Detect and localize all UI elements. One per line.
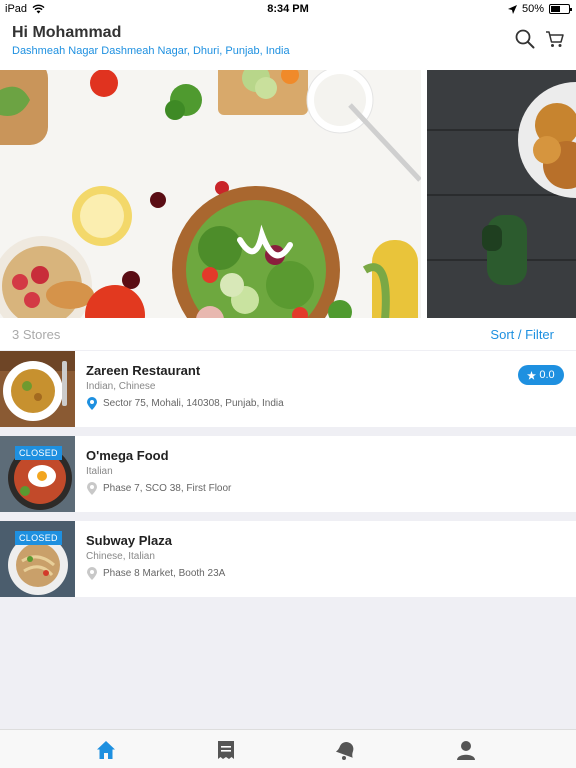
- header: Hi Mohammad Dashmeah Nagar Dashmeah Naga…: [0, 18, 576, 70]
- orders-icon: [218, 741, 234, 759]
- location-arrow-icon: [507, 4, 517, 14]
- rating-value: 0.0: [539, 369, 555, 381]
- store-name: Subway Plaza: [86, 533, 172, 548]
- store-row-zareen-restaurant[interactable]: Zareen Restaurant Indian, Chinese Sector…: [0, 351, 576, 427]
- search-icon: [515, 29, 535, 49]
- chicken-photo: [427, 70, 576, 318]
- store-cuisine: Chinese, Italian: [86, 551, 155, 562]
- closed-badge: CLOSED: [15, 531, 62, 545]
- profile-icon: [457, 741, 475, 760]
- rating-badge: 0.0: [518, 365, 564, 385]
- battery-fill: [551, 6, 560, 12]
- stores-bar: 3 Stores Sort / Filter: [0, 318, 576, 350]
- store-thumbnail: CLOSED: [0, 521, 75, 597]
- store-cuisine: Italian: [86, 466, 113, 477]
- tab-home[interactable]: [96, 740, 116, 760]
- closed-badge: CLOSED: [15, 446, 62, 460]
- cart-button[interactable]: [544, 28, 566, 50]
- store-name: O'mega Food: [86, 448, 169, 463]
- cart-icon: [546, 31, 564, 47]
- tab-bar: [0, 729, 576, 768]
- tab-orders[interactable]: [216, 740, 236, 760]
- battery-icon: [549, 4, 572, 14]
- store-address: Sector 75, Mohali, 140308, Punjab, India: [103, 398, 284, 409]
- store-address: Phase 8 Market, Booth 23A: [103, 568, 226, 579]
- store-name: Zareen Restaurant: [86, 363, 201, 378]
- promo-banner-carousel[interactable]: [0, 70, 576, 318]
- banner-slide-chicken[interactable]: [427, 70, 576, 318]
- tab-profile[interactable]: [456, 740, 476, 760]
- status-right: 50%: [507, 3, 572, 15]
- salad-photo: [0, 70, 421, 318]
- search-button[interactable]: [514, 28, 536, 50]
- tab-notifications[interactable]: [335, 740, 356, 760]
- banner-slide-salad[interactable]: [0, 70, 421, 318]
- store-thumbnail: CLOSED: [0, 436, 75, 512]
- store-thumbnail: [0, 351, 75, 427]
- store-row-omega-food[interactable]: CLOSED O'mega Food Italian Phase 7, SCO …: [0, 436, 576, 512]
- curry-photo: [0, 351, 75, 427]
- location-pin-icon: [87, 397, 97, 410]
- location-pin-icon: [87, 482, 97, 495]
- status-bar: iPad 8:34 PM 50%: [0, 0, 576, 18]
- stores-count: 3 Stores: [12, 327, 61, 342]
- home-icon: [97, 741, 115, 759]
- greeting: Hi Mohammad: [12, 24, 122, 41]
- delivery-location[interactable]: Dashmeah Nagar Dashmeah Nagar, Dhuri, Pu…: [12, 45, 290, 57]
- sort-filter-button[interactable]: Sort / Filter: [490, 327, 554, 342]
- battery-percent: 50%: [521, 3, 544, 15]
- status-time: 8:34 PM: [267, 3, 309, 15]
- store-row-subway-plaza[interactable]: CLOSED Subway Plaza Chinese, Italian Pha…: [0, 521, 576, 597]
- notifications-icon: [335, 742, 354, 760]
- store-address: Phase 7, SCO 38, First Floor: [103, 483, 232, 494]
- store-cuisine: Indian, Chinese: [86, 381, 156, 392]
- star-icon: [527, 370, 537, 380]
- location-pin-icon: [87, 567, 97, 580]
